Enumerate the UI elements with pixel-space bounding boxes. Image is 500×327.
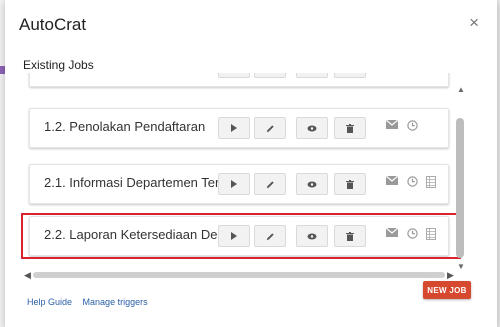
delete-trash-icon	[346, 231, 354, 241]
clock-icon	[407, 120, 418, 131]
delete-trash-icon	[346, 123, 354, 133]
delete-trash-button[interactable]	[334, 225, 366, 247]
play-button[interactable]	[218, 117, 250, 139]
delete-trash-button[interactable]	[334, 173, 366, 195]
footer-links: Help Guide Manage triggers	[27, 297, 156, 307]
preview-eye-button[interactable]	[296, 73, 328, 78]
edit-pencil-icon	[266, 180, 275, 189]
scroll-up-icon[interactable]: ▲	[457, 85, 465, 94]
play-button[interactable]	[218, 173, 250, 195]
delete-trash-button[interactable]	[334, 117, 366, 139]
dialog-title: AutoCrat	[19, 15, 87, 34]
edit-pencil-button[interactable]	[254, 73, 286, 78]
mail-icon	[386, 120, 398, 129]
section-title: Existing Jobs	[23, 58, 94, 72]
preview-eye-icon	[307, 125, 317, 132]
job-label: 1.1. Menunggu Hasil Pengecekan	[44, 73, 228, 76]
autocrat-dialog: AutoCrat × Existing Jobs 1.1. Menunggu H…	[5, 0, 497, 327]
jobs-list[interactable]: 1.1. Menunggu Hasil Pengecekan 1.2. Penol…	[21, 73, 468, 270]
job-card[interactable]: 2.1. Informasi Departemen Tersedia	[29, 164, 449, 204]
play-icon	[230, 232, 238, 240]
preview-eye-button[interactable]	[296, 173, 328, 195]
job-card[interactable]: 1.2. Penolakan Pendaftaran	[29, 108, 449, 148]
new-job-button[interactable]: NEW JOB	[423, 281, 471, 299]
mail-icon	[386, 228, 398, 237]
close-icon[interactable]: ×	[469, 14, 479, 31]
play-button[interactable]	[218, 73, 250, 78]
play-icon	[230, 124, 238, 132]
edit-pencil-icon	[266, 232, 275, 241]
edit-pencil-button[interactable]	[254, 173, 286, 195]
scroll-left-icon[interactable]: ◀	[24, 270, 31, 281]
preview-eye-button[interactable]	[296, 117, 328, 139]
clock-icon	[407, 228, 418, 239]
help-guide-link[interactable]: Help Guide	[27, 297, 72, 307]
preview-eye-button[interactable]	[296, 225, 328, 247]
mail-icon	[386, 176, 398, 185]
job-card[interactable]: 1.1. Menunggu Hasil Pengecekan	[29, 73, 449, 87]
job-label: 2.2. Laporan Ketersediaan Departemen	[44, 227, 228, 242]
sheet-icon	[426, 176, 436, 188]
delete-trash-icon	[346, 179, 354, 189]
job-label: 2.1. Informasi Departemen Tersedia	[44, 175, 228, 190]
scroll-down-icon[interactable]: ▼	[457, 262, 465, 271]
play-button[interactable]	[218, 225, 250, 247]
edit-pencil-icon	[266, 124, 275, 133]
vertical-scrollbar-thumb[interactable]	[456, 118, 464, 258]
delete-trash-button[interactable]	[334, 73, 366, 78]
horizontal-scrollbar-thumb[interactable]	[33, 272, 445, 278]
preview-eye-icon	[307, 233, 317, 240]
preview-eye-icon	[307, 181, 317, 188]
edit-pencil-button[interactable]	[254, 225, 286, 247]
job-card[interactable]: 2.2. Laporan Ketersediaan Departemen	[29, 216, 449, 256]
play-icon	[230, 180, 238, 188]
job-label: 1.2. Penolakan Pendaftaran	[44, 119, 206, 134]
scroll-right-icon[interactable]: ▶	[447, 270, 454, 281]
clock-icon	[407, 176, 418, 187]
manage-triggers-link[interactable]: Manage triggers	[83, 297, 148, 307]
edit-pencil-button[interactable]	[254, 117, 286, 139]
sheet-icon	[426, 228, 436, 240]
